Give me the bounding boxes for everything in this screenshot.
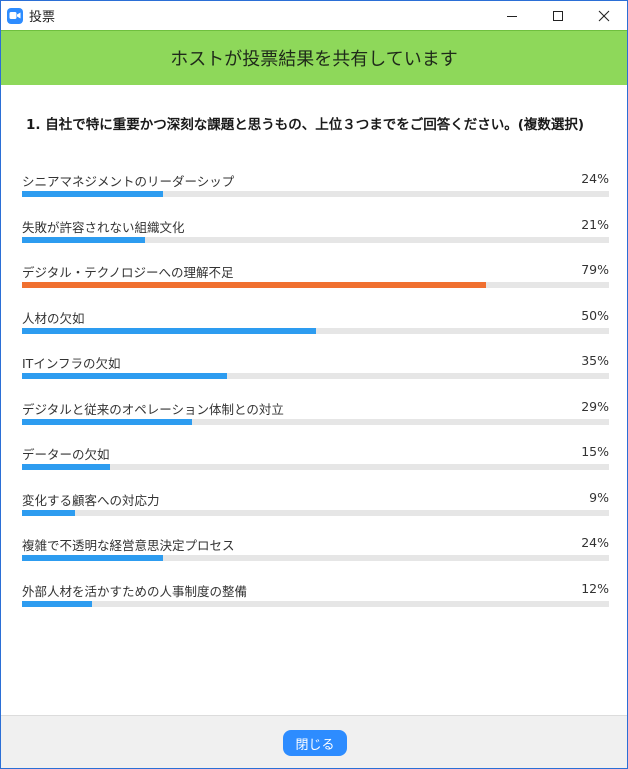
poll-option: 失敗が許容されない組織文化 21% [22,217,609,263]
option-percent: 29% [581,398,609,414]
window-title: 投票 [29,10,56,25]
result-bar-track [22,282,609,288]
result-bar-fill [22,509,75,516]
result-bar-track [22,418,609,425]
poll-option: 人材の欠如 50% [22,308,609,354]
maximize-button[interactable] [535,1,581,30]
poll-option: デジタル・テクノロジーへの理解不足 79% [22,262,609,308]
option-percent: 12% [581,580,609,596]
window-controls [489,1,627,30]
option-label: シニアマネジメントのリーダーシップ [22,174,235,189]
option-percent: 24% [581,535,609,550]
poll-option: 外部人材を活かすための人事制度の整備 12% [22,581,609,627]
poll-option: シニアマネジメントのリーダーシップ 24% [22,171,609,217]
result-bar-fill [22,555,163,561]
poll-option: 変化する顧客への対応力 9% [22,490,609,536]
option-percent: 79% [581,262,609,277]
footer-bar: 閉じる [1,715,627,768]
option-label: デジタル・テクノロジーへの理解不足 [22,265,234,280]
result-bar-fill [22,191,163,197]
close-icon [598,10,610,21]
result-bar-track [22,555,609,561]
result-bar-track [22,464,609,470]
option-label: 人材の欠如 [22,310,85,326]
zoom-app-icon [7,7,23,24]
close-window-button[interactable] [581,1,627,30]
result-bar-fill [22,418,193,425]
option-percent: 50% [581,307,609,323]
result-bar-track [22,236,609,243]
poll-option: データーの欠如 15% [22,444,609,490]
poll-option: 複雑で不透明な経営意思決定プロセス 24% [22,535,609,581]
result-bar-fill [22,600,93,607]
result-bar-track [22,327,609,334]
option-label: 複雑で不透明な経営意思決定プロセス [22,538,235,553]
poll-option: デジタルと従来のオペレーション体制との対立 29% [22,399,609,445]
option-percent: 9% [589,489,609,505]
result-bar-track [22,373,609,379]
option-label: ITインフラの欠如 [22,356,121,371]
option-label: 外部人材を活かすための人事制度の整備 [22,583,248,599]
results-shared-banner: ホストが投票結果を共有しています [1,30,627,85]
poll-options-list: シニアマネジメントのリーダーシップ 24% 失敗が許容されない組織文化 21% デジタル… [22,171,609,626]
close-button[interactable]: 閉じる [283,730,347,756]
banner-text: ホストが投票結果を共有しています [170,49,458,70]
option-percent: 24% [581,171,609,186]
option-label: 変化する顧客への対応力 [22,492,160,508]
poll-results-window: 投票 ホストが投票結果を共有しています 1. 自社で特に重要かつ深刻な課題と思う… [0,0,628,769]
minimize-icon [507,15,517,17]
option-label: デジタルと従来のオペレーション体制との対立 [22,401,284,417]
result-bar-track [22,191,609,197]
option-label: 失敗が許容されない組織文化 [22,219,185,235]
option-percent: 35% [581,353,609,368]
result-bar-fill [22,464,111,470]
maximize-icon [553,10,563,21]
result-bar-track [22,509,609,516]
result-bar-fill [22,327,316,334]
title-bar: 投票 [1,1,627,30]
option-percent: 15% [581,444,609,459]
result-bar-track [22,600,609,607]
option-percent: 21% [581,216,609,232]
option-label: データーの欠如 [22,447,110,462]
question-text: 1. 自社で特に重要かつ深刻な課題と思うもの、上位３つまでをご回答ください。(複… [26,117,585,133]
result-bar-fill [22,373,228,379]
result-bar-fill [22,236,146,243]
minimize-button[interactable] [489,1,535,30]
result-bar-fill [22,282,486,288]
poll-option: ITインフラの欠如 35% [22,353,609,399]
